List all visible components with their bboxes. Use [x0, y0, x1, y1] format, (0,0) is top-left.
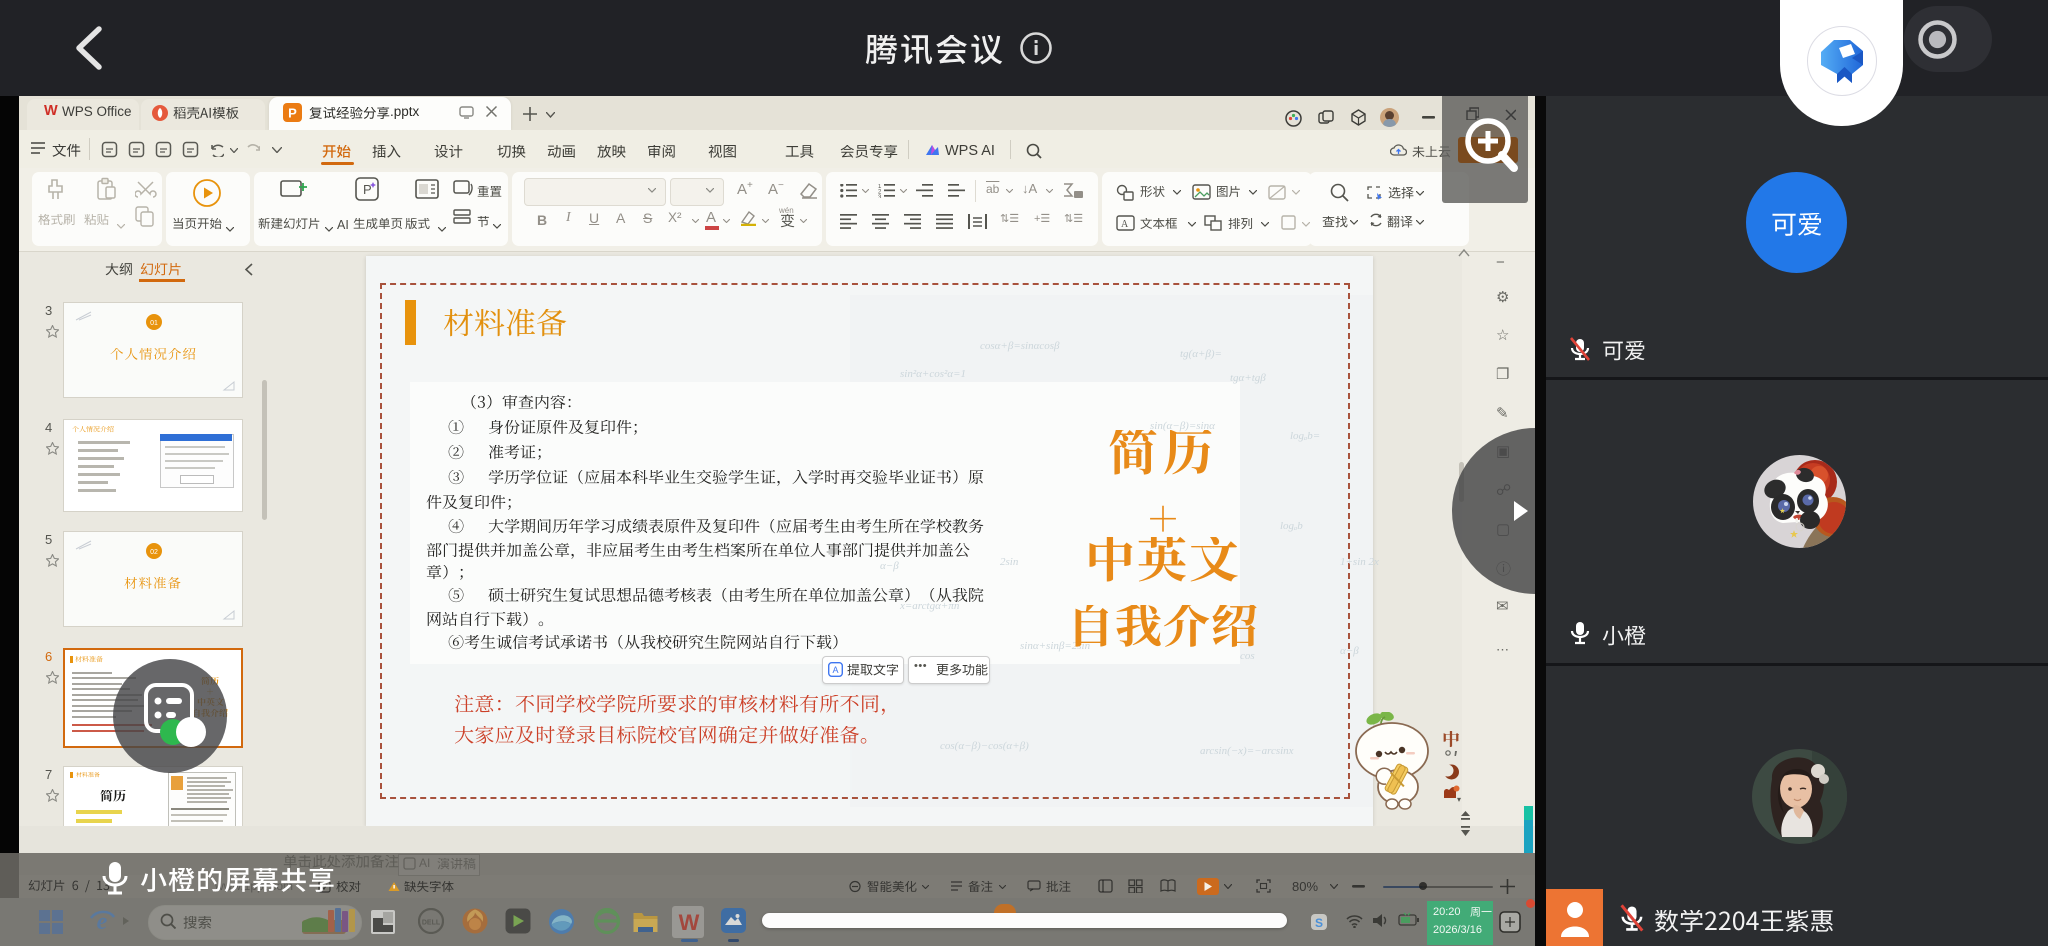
svg-text:P: P — [363, 182, 372, 197]
svg-text:3: 3 — [878, 195, 882, 198]
svg-text:P: P — [288, 106, 297, 121]
svg-text:01: 01 — [150, 320, 158, 327]
svg-text:A: A — [1121, 219, 1129, 230]
svg-text:A: A — [832, 665, 838, 675]
svg-text:S: S — [1315, 916, 1323, 930]
svg-text:02: 02 — [150, 549, 158, 556]
